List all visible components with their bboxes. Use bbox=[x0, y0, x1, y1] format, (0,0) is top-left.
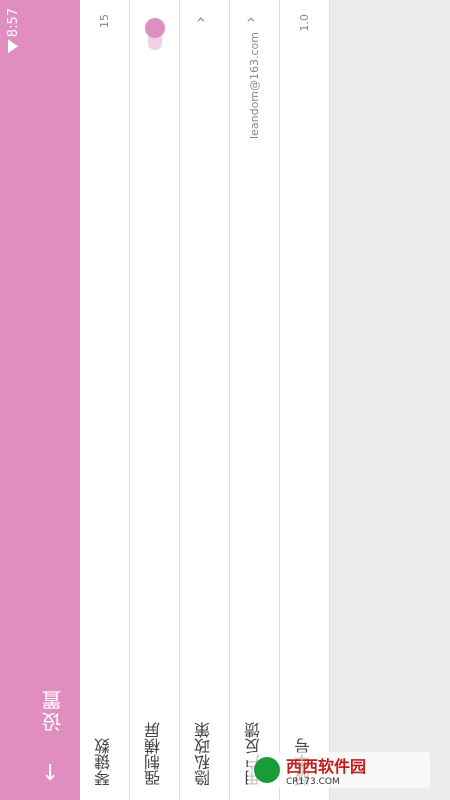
settings-list: 15 琴键数 强制横屏 › 隐私政策 › leandom@163.com 用户反… bbox=[80, 0, 330, 800]
status-time: 8:57 bbox=[6, 8, 21, 38]
chevron-right-icon: › bbox=[190, 16, 210, 23]
setting-row-version[interactable]: 1.0 版本号 bbox=[280, 0, 330, 800]
app-bar: 8:57 设置 ↑ bbox=[0, 0, 80, 800]
watermark: 西西软件园 CR173.COM bbox=[248, 752, 430, 788]
watermark-site: CR173.COM bbox=[286, 777, 340, 787]
setting-value: 15 bbox=[98, 14, 111, 28]
page-title: 设置 bbox=[41, 688, 65, 732]
toggle-switch[interactable] bbox=[145, 18, 165, 38]
setting-row-force-landscape[interactable]: 强制横屏 bbox=[130, 0, 180, 800]
chevron-right-icon: › bbox=[240, 16, 260, 23]
setting-row-privacy[interactable]: › 隐私政策 bbox=[180, 0, 230, 800]
setting-value: 1.0 bbox=[298, 14, 311, 32]
setting-label: 隐私政策 bbox=[194, 722, 213, 786]
background-area bbox=[330, 0, 450, 800]
setting-row-feedback[interactable]: › leandom@163.com 用户反馈 bbox=[230, 0, 280, 800]
wifi-icon bbox=[8, 39, 19, 54]
back-arrow-icon[interactable]: ↑ bbox=[40, 758, 60, 783]
setting-label: 强制横屏 bbox=[144, 722, 163, 786]
watermark-brand: 西西软件园 bbox=[286, 757, 367, 776]
status-bar: 8:57 bbox=[6, 8, 21, 54]
setting-label: 琴键数 bbox=[94, 738, 113, 786]
setting-row-keys[interactable]: 15 琴键数 bbox=[80, 0, 130, 800]
setting-value: leandom@163.com bbox=[248, 32, 261, 139]
watermark-logo-icon bbox=[254, 757, 280, 783]
